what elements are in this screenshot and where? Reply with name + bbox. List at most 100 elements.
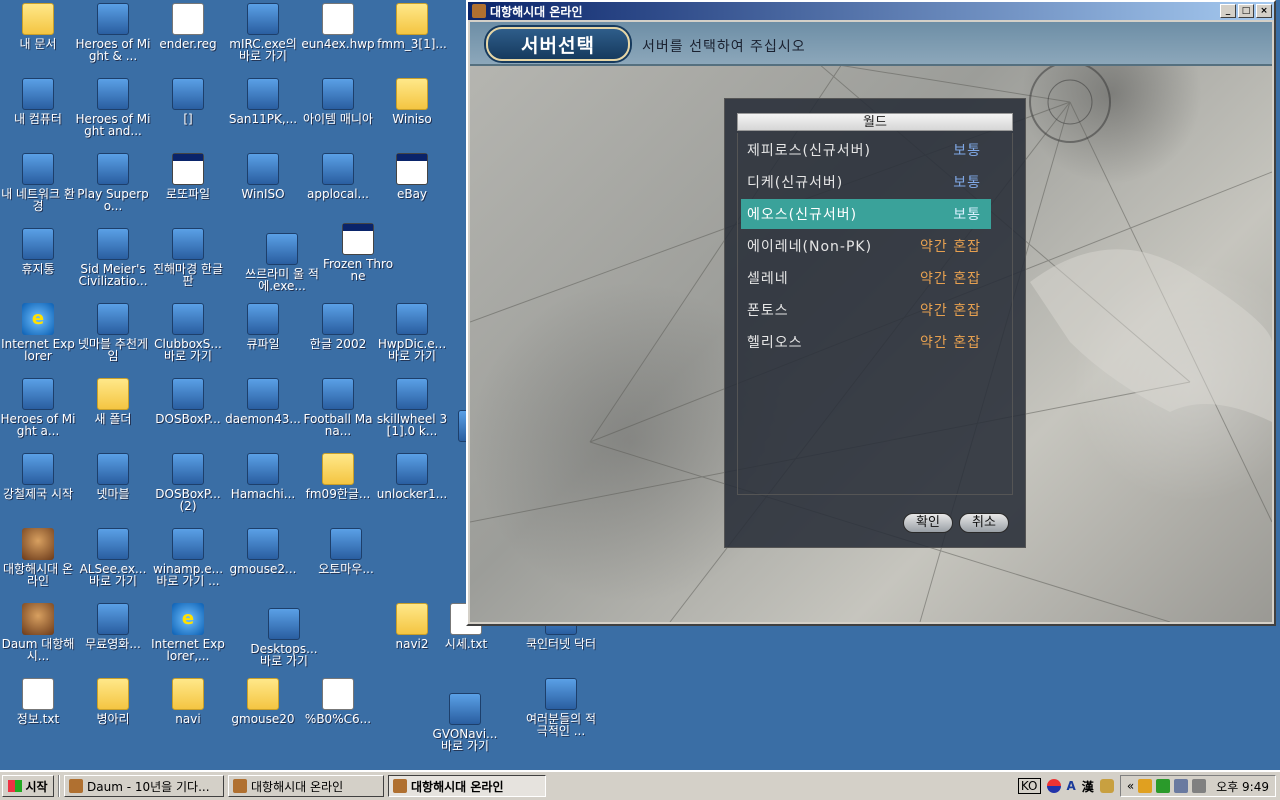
taskbar-task-button[interactable]: Daum - 10년을 기다...	[64, 775, 224, 797]
app-icon	[247, 303, 279, 335]
desktop-icon[interactable]: 휴지통	[0, 228, 76, 275]
desktop-icon[interactable]: eun4ex.hwp	[300, 3, 376, 50]
tray-app-icon[interactable]	[1138, 779, 1153, 793]
ime-ball-icon[interactable]	[1046, 779, 1061, 793]
desktop-icon[interactable]: fm09한글...	[300, 453, 376, 500]
server-row[interactable]: 셀레네 약간 혼잡	[741, 263, 991, 293]
desktop-icon[interactable]: ClubboxS... 바로 가기	[150, 303, 226, 362]
maximize-button[interactable]: □	[1238, 4, 1254, 18]
desktop-icon[interactable]: 큐파일	[225, 303, 301, 350]
desktop-icon[interactable]: 오토마우...	[308, 528, 384, 575]
desktop-icon[interactable]: gmouse2...	[225, 528, 301, 575]
desktop-icon[interactable]: Hamachi...	[225, 453, 301, 500]
desktop-icon[interactable]: Frozen Throne	[320, 223, 396, 282]
desktop-icon[interactable]: 정보.txt	[0, 678, 76, 725]
desktop-icon[interactable]: GVONavi... 바로 가기	[427, 693, 503, 752]
server-row[interactable]: 제피로스(신규서버) 보통	[741, 135, 991, 165]
minimize-button[interactable]: _	[1220, 4, 1236, 18]
desktop-icon[interactable]: fmm_3[1]...	[374, 3, 450, 50]
tray-security-icon[interactable]	[1156, 779, 1171, 793]
desktop-icon[interactable]: Football Mana...	[300, 378, 376, 437]
desktop-icon[interactable]: 내 네트워크 환경	[0, 153, 76, 212]
app-icon	[172, 78, 204, 110]
cancel-button[interactable]: 취소	[959, 513, 1009, 533]
game-window-titlebar[interactable]: 대항해시대 온라인 _ □ ×	[468, 2, 1274, 20]
desktop-icon[interactable]: 쓰르라미 울 적에.exe...	[244, 233, 320, 292]
desktop-icon-label: 넷마블	[96, 487, 130, 501]
taskbar-task-button[interactable]: 대항해시대 온라인	[228, 775, 384, 797]
ok-button[interactable]: 확인	[903, 513, 953, 533]
folder-icon	[97, 378, 129, 410]
clock[interactable]: 오후 9:49	[1216, 778, 1269, 795]
ime-tools-icon[interactable]	[1099, 779, 1114, 793]
desktop-icon[interactable]: 대항해시대 온라인	[0, 528, 76, 587]
desktop-icon[interactable]: unlocker1...	[374, 453, 450, 500]
desktop-icon[interactable]: gmouse20	[225, 678, 301, 725]
desktop-icon-label: 시세.txt	[444, 637, 488, 651]
tray-network-icon[interactable]	[1174, 779, 1189, 793]
start-button[interactable]: 시작	[2, 775, 54, 797]
desktop-icon[interactable]: 새 폴더	[75, 378, 151, 425]
desktop-icon[interactable]: 아이템 매니아	[300, 78, 376, 125]
task-buttons: Daum - 10년을 기다... 대항해시대 온라인 대항해시대 온라인	[60, 775, 546, 797]
ime-mode-indicator[interactable]: A	[1067, 779, 1076, 793]
desktop-icon[interactable]: Heroes of Might a...	[0, 378, 76, 437]
app-icon	[266, 233, 298, 265]
desktop-icon[interactable]: ender.reg	[150, 3, 226, 50]
desktop-icon[interactable]: 내 컴퓨터	[0, 78, 76, 125]
start-label: 시작	[25, 779, 48, 794]
desktop-icon[interactable]: ALSee.ex... 바로 가기	[75, 528, 151, 587]
desktop-icon[interactable]: Daum 대항해시...	[0, 603, 76, 662]
desktop-icon[interactable]: Desktops... 바로 가기	[246, 608, 322, 667]
app-icon	[545, 678, 577, 710]
desktop-icon[interactable]: HwpDic.e... 바로 가기	[374, 303, 450, 362]
desktop-icon[interactable]: Heroes of Might and...	[75, 78, 151, 137]
desktop-icon[interactable]: Sid Meier's Civilizatio...	[75, 228, 151, 287]
desktop-icon[interactable]: 병아리	[75, 678, 151, 725]
server-row[interactable]: 폰토스 약간 혼잡	[741, 295, 991, 325]
server-row[interactable]: 디케(신규서버) 보통	[741, 167, 991, 197]
desktop-icon[interactable]: 넷마블 추천게임	[75, 303, 151, 362]
taskbar-task-button[interactable]: 대항해시대 온라인	[388, 775, 546, 797]
desktop-icon[interactable]: Play Superpo...	[75, 153, 151, 212]
desktop-icon[interactable]: 내 문서	[0, 3, 76, 50]
volume-icon[interactable]	[1192, 779, 1207, 793]
desktop-icon[interactable]: winamp.e... 바로 가기 ...	[150, 528, 226, 587]
server-row[interactable]: 에이레네(Non-PK) 약간 혼잡	[741, 231, 991, 261]
desktop-icon-label: ender.reg	[159, 37, 217, 51]
server-row[interactable]: 헬리오스 약간 혼잡	[741, 327, 991, 357]
desktop-icon[interactable]: San11PK,...	[225, 78, 301, 125]
desktop-icon[interactable]: daemon43...	[225, 378, 301, 425]
game-window[interactable]: 대항해시대 온라인 _ □ × 서버선택 서버를 선택하여 주십시오 월드 제피…	[466, 0, 1276, 626]
ime-lang-indicator[interactable]: KO	[1017, 778, 1041, 794]
server-row[interactable]: 에오스(신규서버) 보통	[741, 199, 991, 229]
desktop-icon[interactable]: 무료영화...	[75, 603, 151, 650]
desktop-icon[interactable]: 넷마블	[75, 453, 151, 500]
close-button[interactable]: ×	[1256, 4, 1272, 18]
desktop-icon[interactable]: mIRC.exe의 바로 가기	[225, 3, 301, 62]
desktop-icon[interactable]: eBay	[374, 153, 450, 200]
desktop-icon-label: San11PK,...	[228, 112, 298, 126]
desktop-icon[interactable]: e Internet Explorer,...	[150, 603, 226, 662]
desktop-icon[interactable]: DOSBoxP... (2)	[150, 453, 226, 512]
desktop-icon[interactable]: applocal...	[300, 153, 376, 200]
desktop-icon[interactable]: Heroes of Might & ...	[75, 3, 151, 62]
desktop-icon[interactable]: 로또파일	[150, 153, 226, 200]
desktop-icon[interactable]: 한글 2002	[300, 303, 376, 350]
desktop-icon[interactable]: 진해마경 한글판	[150, 228, 226, 287]
ime-hanja-indicator[interactable]: 漢	[1082, 778, 1094, 795]
desktop-icon[interactable]: WinISO	[225, 153, 301, 200]
desktop-icon[interactable]: navi	[150, 678, 226, 725]
desktop-icon[interactable]: 강철제국 시작	[0, 453, 76, 500]
desktop-icon[interactable]: DOSBoxP...	[150, 378, 226, 425]
desktop-icon[interactable]: 여러분들의 적극적인 ...	[523, 678, 599, 737]
tray-expand-chevron[interactable]: «	[1127, 779, 1134, 793]
desktop-icon-label: fm09한글...	[305, 487, 371, 501]
desktop-icon[interactable]: e Internet Explorer	[0, 303, 76, 362]
desktop-icon[interactable]: []	[150, 78, 226, 125]
ime-toolbar: KO A 漢	[1017, 778, 1120, 795]
server-panel: 월드 제피로스(신규서버) 보통 디케(신규서버) 보통 에오스(신규서버) 보통 에이레네…	[724, 98, 1026, 548]
doc-icon	[322, 3, 354, 35]
desktop-icon[interactable]: Winiso	[374, 78, 450, 125]
desktop-icon[interactable]: %B0%C6...	[300, 678, 376, 725]
